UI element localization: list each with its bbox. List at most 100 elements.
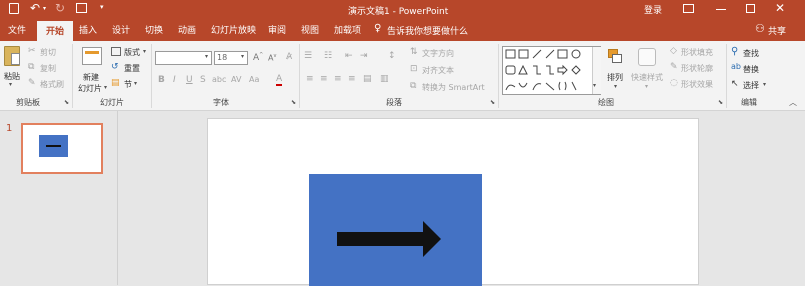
increase-font-icon[interactable]: A^ [253, 52, 263, 63]
section-dropdown-icon[interactable]: ▾ [134, 80, 137, 87]
slide-thumbnail[interactable] [21, 123, 103, 174]
tab-insert[interactable]: 插入 [79, 23, 97, 36]
underline-icon[interactable]: U [186, 75, 193, 85]
undo-dropdown-icon[interactable]: ▾ [43, 5, 46, 12]
layout-icon [111, 47, 121, 56]
quick-styles-button[interactable]: 快速样式 [631, 72, 663, 83]
font-color-icon[interactable]: A [276, 74, 283, 86]
reset-button[interactable]: 重置 [124, 63, 140, 74]
paragraph-launcher-icon[interactable]: ⬊ [490, 99, 495, 106]
font-name-dropdown-icon[interactable]: ▾ [205, 53, 208, 60]
tab-animations[interactable]: 动画 [178, 23, 196, 36]
tab-review[interactable]: 审阅 [268, 23, 286, 36]
new-slide-icon[interactable] [82, 47, 102, 65]
copy-icon: ⧉ [28, 62, 35, 72]
convert-smartart-button[interactable]: 转换为 SmartArt [422, 82, 485, 93]
save-icon[interactable] [9, 3, 19, 14]
right-arrow-shape[interactable] [337, 221, 447, 257]
align-text-button[interactable]: 对齐文本 [422, 65, 454, 76]
separator [498, 44, 499, 108]
share-button[interactable]: 共享 [768, 24, 786, 37]
tab-transitions[interactable]: 切换 [145, 23, 163, 36]
char-spacing-icon[interactable]: AV [231, 75, 241, 84]
paste-dropdown-icon[interactable]: ▾ [9, 81, 12, 88]
line-spacing-icon[interactable]: ↕ [388, 51, 396, 61]
tab-file[interactable]: 文件 [8, 23, 26, 36]
layout-dropdown-icon[interactable]: ▾ [143, 48, 146, 55]
italic-icon[interactable]: I [173, 75, 176, 85]
undo-icon[interactable]: ↶ [30, 1, 40, 15]
customize-toolbar-icon[interactable]: ▾ [100, 3, 104, 11]
increase-indent-icon[interactable]: ⇥ [360, 51, 368, 61]
collapse-ribbon-icon[interactable]: ︿ [789, 97, 797, 108]
font-group-label: 字体 [213, 98, 229, 107]
distributed-icon[interactable]: ▤ [363, 74, 372, 84]
maximize-button[interactable] [746, 4, 755, 13]
slides-thumbnail-pane: 1 [0, 111, 118, 285]
bold-icon[interactable]: B [158, 75, 165, 85]
decrease-indent-icon[interactable]: ⇤ [345, 51, 353, 61]
tab-slideshow[interactable]: 幻灯片放映 [211, 23, 256, 36]
arrange-button[interactable]: 排列 [607, 72, 623, 83]
clipboard-launcher-icon[interactable]: ⬊ [64, 99, 69, 106]
tab-view[interactable]: 视图 [301, 23, 319, 36]
quick-styles-icon [638, 48, 656, 66]
tab-addins[interactable]: 加载项 [334, 23, 361, 36]
tab-home[interactable]: 开始 [37, 21, 74, 42]
font-size-value: 18 [217, 53, 228, 62]
columns-icon[interactable]: ▥ [380, 74, 389, 84]
paste-doc-icon [11, 53, 20, 65]
shape-outline-button[interactable]: 形状轮廓 [681, 63, 713, 74]
change-case-icon[interactable]: Aa [249, 75, 259, 84]
slide-canvas[interactable] [207, 118, 699, 286]
shadow-text-icon[interactable]: abc [212, 75, 226, 84]
drawing-launcher-icon[interactable]: ⬊ [718, 99, 723, 106]
bullets-icon[interactable]: ☰ [304, 51, 312, 61]
tell-me-search[interactable]: 告诉我你想要做什么 [387, 24, 468, 37]
format-painter-button[interactable]: 格式刷 [40, 79, 64, 90]
font-launcher-icon[interactable]: ⬊ [291, 99, 296, 106]
text-direction-button[interactable]: 文字方向 [422, 48, 454, 59]
layout-button[interactable]: 版式 [124, 47, 140, 58]
slide-number: 1 [6, 123, 13, 134]
section-button[interactable]: 节 [124, 79, 132, 90]
document-title: 演示文稿1 - PowerPoint [348, 7, 449, 17]
drawing-group-label: 绘图 [598, 98, 614, 107]
ribbon-display-options-icon[interactable] [683, 4, 694, 13]
close-button[interactable]: ✕ [775, 1, 785, 15]
align-center-icon[interactable]: ≡ [320, 74, 328, 84]
justify-icon[interactable]: ≡ [348, 74, 356, 84]
align-left-icon[interactable]: ≡ [306, 74, 314, 84]
shape-effects-button[interactable]: 形状效果 [681, 79, 713, 90]
copy-button[interactable]: 复制 [40, 63, 56, 74]
font-name-combobox[interactable] [155, 51, 212, 65]
cut-button[interactable]: 剪切 [40, 47, 56, 58]
numbering-icon[interactable]: ☷ [324, 51, 332, 61]
replace-button[interactable]: 替换 [743, 64, 759, 75]
clear-formatting-icon[interactable]: A̷ [286, 52, 292, 62]
new-slide-button-line2[interactable]: 幻灯片 [78, 83, 102, 94]
select-dropdown-icon[interactable]: ▾ [763, 81, 766, 88]
paragraph-group-label: 段落 [386, 98, 402, 107]
align-right-icon[interactable]: ≡ [334, 74, 342, 84]
minimize-button[interactable] [716, 9, 726, 10]
shapes-gallery[interactable]: ▾ [502, 46, 601, 95]
new-slide-dropdown-icon[interactable]: ▾ [104, 84, 107, 91]
decrease-font-icon[interactable]: Av [268, 53, 276, 63]
gallery-more-icon[interactable]: ▾ [593, 82, 596, 89]
shape-fill-button[interactable]: 形状填充 [681, 47, 713, 58]
arrange-dropdown-icon[interactable]: ▾ [614, 83, 617, 90]
find-button[interactable]: 查找 [743, 48, 759, 59]
shapes-gallery-icons [505, 49, 581, 91]
redo-icon[interactable]: ↻ [55, 1, 65, 15]
strikethrough-icon[interactable]: S [200, 75, 206, 85]
font-size-dropdown-icon[interactable]: ▾ [241, 53, 244, 60]
select-button[interactable]: 选择 [743, 80, 759, 91]
presentation-icon[interactable] [76, 3, 87, 13]
quick-styles-dropdown-icon[interactable]: ▾ [645, 83, 648, 90]
tab-design[interactable]: 设计 [112, 23, 130, 36]
login-link[interactable]: 登录 [644, 3, 662, 16]
lightbulb-icon: ♀ [374, 23, 382, 34]
rectangle-shape[interactable] [309, 174, 482, 286]
new-slide-button[interactable]: 新建 [83, 72, 99, 83]
